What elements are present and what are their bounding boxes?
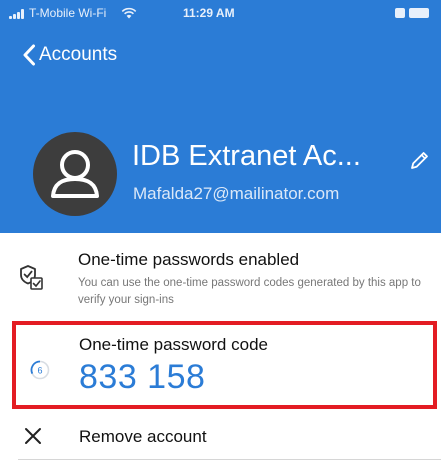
otp-enabled-row: One-time passwords enabled You can use t… xyxy=(0,233,441,321)
otp-enabled-title: One-time passwords enabled xyxy=(78,250,300,269)
carrier-name: T-Mobile Wi-Fi xyxy=(29,6,107,20)
timer-value: 6 xyxy=(37,365,42,375)
remove-account-label: Remove account xyxy=(79,427,207,446)
avatar xyxy=(33,132,117,216)
battery-icon xyxy=(409,8,429,18)
row-divider xyxy=(18,459,441,460)
status-bar: T-Mobile Wi-Fi 11:29 AM xyxy=(0,0,441,28)
account-name: IDB Extranet Ac... xyxy=(132,140,361,172)
user-icon xyxy=(51,150,99,198)
status-time: 11:29 AM xyxy=(183,6,235,20)
signal-icon xyxy=(9,9,27,19)
otp-code-value[interactable]: 833 158 xyxy=(79,358,205,397)
wifi-icon xyxy=(121,7,137,19)
account-header: T-Mobile Wi-Fi 11:29 AM Accounts IDB Ext… xyxy=(0,0,441,233)
account-email: Mafalda27@mailinator.com xyxy=(133,184,340,203)
back-label: Accounts xyxy=(39,44,118,65)
chevron-left-icon xyxy=(23,44,35,66)
remove-account-button[interactable]: Remove account xyxy=(0,409,441,463)
close-icon xyxy=(25,428,41,444)
account-detail-screen: T-Mobile Wi-Fi 11:29 AM Accounts IDB Ext… xyxy=(0,0,441,463)
otp-code-label: One-time password code xyxy=(79,335,268,354)
otp-enabled-description: You can use the one-time password codes … xyxy=(78,277,421,306)
back-button[interactable]: Accounts xyxy=(22,40,117,70)
shield-check-icon xyxy=(20,265,43,290)
do-not-disturb-icon xyxy=(395,8,405,18)
timer-icon: 6 xyxy=(30,360,50,380)
otp-code-row[interactable]: 6 One-time password code 833 158 xyxy=(12,321,437,409)
pencil-icon[interactable] xyxy=(407,149,431,173)
